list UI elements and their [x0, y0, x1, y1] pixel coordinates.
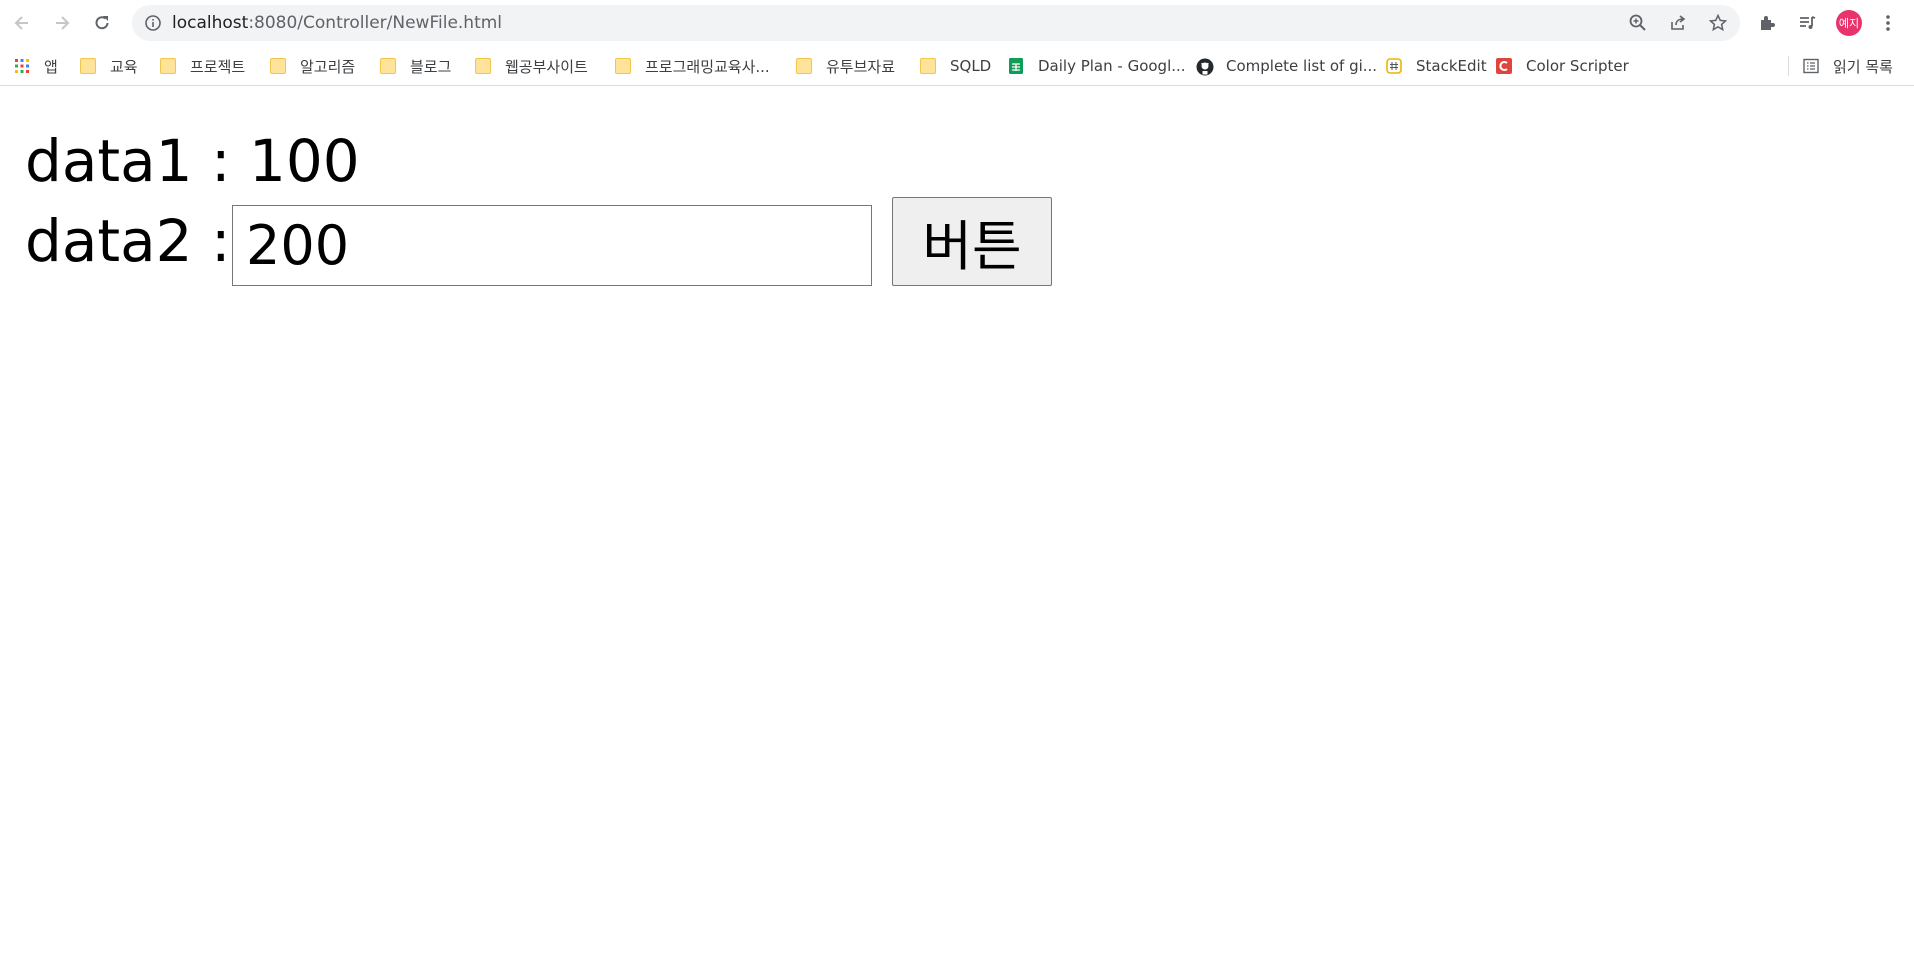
- folder-icon: [796, 58, 812, 74]
- folder-icon: [920, 58, 936, 74]
- address-bar[interactable]: localhost:8080/Controller/NewFile.html: [132, 5, 1740, 41]
- bookmark-label: 블로그: [410, 57, 452, 76]
- bookmark-folder[interactable]: 교육: [80, 55, 138, 77]
- bookmarks-divider: [1788, 56, 1789, 76]
- bookmark-label: 웹공부사이트: [505, 57, 588, 76]
- apps-icon: [14, 58, 30, 74]
- folder-icon: [475, 58, 491, 74]
- bookmark-github[interactable]: Complete list of gi...: [1196, 55, 1377, 77]
- forward-icon[interactable]: [50, 11, 74, 35]
- bookmark-folder[interactable]: 유투브자료: [796, 55, 895, 77]
- bookmark-label: 프로젝트: [190, 57, 246, 76]
- browser-toolbar: localhost:8080/Controller/NewFile.html 예…: [0, 0, 1914, 46]
- bookmark-label: 교육: [110, 57, 138, 76]
- bookmark-folder[interactable]: SQLD: [920, 55, 991, 77]
- bookmark-label: 프로그래밍교육사...: [645, 57, 770, 76]
- folder-icon: [615, 58, 631, 74]
- share-icon[interactable]: [1668, 13, 1688, 33]
- bookmark-apps[interactable]: 앱: [14, 55, 58, 77]
- folder-icon: [80, 58, 96, 74]
- bookmark-folder[interactable]: 프로그래밍교육사...: [615, 55, 770, 77]
- bookmark-label: Complete list of gi...: [1226, 57, 1378, 75]
- profile-avatar[interactable]: 예지: [1836, 10, 1862, 36]
- bookmark-label: 유투브자료: [826, 57, 896, 76]
- menu-icon[interactable]: [1876, 11, 1900, 35]
- folder-icon: [270, 58, 286, 74]
- bookmark-folder[interactable]: 프로젝트: [160, 55, 245, 77]
- submit-button[interactable]: 버튼: [892, 197, 1052, 286]
- bookmark-color-scripter[interactable]: Color Scripter: [1496, 55, 1629, 77]
- sheets-icon: [1008, 58, 1024, 74]
- bookmark-folder[interactable]: 웹공부사이트: [475, 55, 588, 77]
- reading-list[interactable]: 읽기 목록: [1803, 55, 1893, 77]
- colorscripter-icon: [1496, 58, 1512, 74]
- bookmark-label: StackEdit: [1416, 57, 1487, 75]
- data1-text: data1 : 100: [25, 127, 360, 195]
- stackedit-icon: [1386, 58, 1402, 74]
- info-icon[interactable]: [144, 14, 162, 32]
- reading-list-icon: [1803, 58, 1819, 74]
- reading-list-label: 읽기 목록: [1833, 57, 1893, 76]
- media-icon[interactable]: [1795, 11, 1819, 35]
- reload-icon[interactable]: [90, 11, 114, 35]
- folder-icon: [380, 58, 396, 74]
- bookmark-folder[interactable]: 알고리즘: [270, 55, 355, 77]
- back-icon[interactable]: [10, 11, 34, 35]
- zoom-icon[interactable]: [1628, 13, 1648, 33]
- bookmark-label: 앱: [44, 57, 58, 76]
- url-host: localhost: [172, 13, 249, 33]
- bookmark-label: SQLD: [950, 57, 992, 75]
- github-icon: [1196, 58, 1214, 76]
- bookmarks-bar: 앱 교육 프로젝트 알고리즘 블로그 웹공부사이트 프로그래밍교육사... 유투…: [0, 46, 1914, 86]
- data2-input[interactable]: [232, 205, 872, 286]
- bookmark-label: 알고리즘: [300, 57, 356, 76]
- bookmark-daily-plan[interactable]: Daily Plan - Googl...: [1008, 55, 1186, 77]
- folder-icon: [160, 58, 176, 74]
- bookmark-stackedit[interactable]: StackEdit: [1386, 55, 1487, 77]
- url-text[interactable]: localhost:8080/Controller/NewFile.html: [172, 14, 502, 32]
- url-path: :8080/Controller/NewFile.html: [248, 13, 503, 33]
- page-content: data1 : 100 data2 : 버튼: [0, 87, 1914, 980]
- data2-label: data2 :: [25, 207, 231, 275]
- bookmark-label: Color Scripter: [1526, 57, 1629, 75]
- extensions-icon[interactable]: [1755, 11, 1779, 35]
- bookmark-folder[interactable]: 블로그: [380, 55, 451, 77]
- star-icon[interactable]: [1708, 13, 1728, 33]
- bookmark-label: Daily Plan - Googl...: [1038, 57, 1186, 75]
